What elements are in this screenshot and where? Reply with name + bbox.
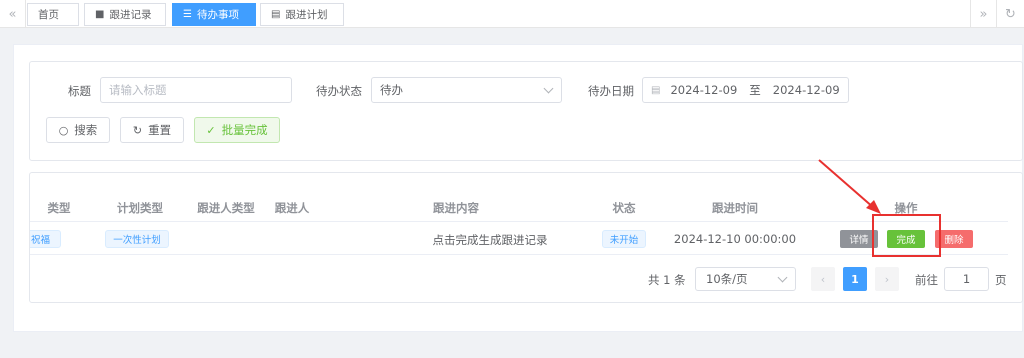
annotation-arrow <box>818 159 881 214</box>
calendar-icon: ▤ <box>651 84 661 96</box>
refresh-icon[interactable]: ↻ <box>996 0 1024 28</box>
tab-home[interactable]: 首页 <box>27 3 79 26</box>
reset-button[interactable]: ↻ 重置 <box>120 117 184 143</box>
goto-page-input[interactable]: 1 <box>944 267 989 291</box>
tab-label: 待办事项 <box>196 9 239 21</box>
next-page-button[interactable]: › <box>875 267 899 291</box>
page-size-value: 10条/页 <box>706 272 748 286</box>
title-label: 标题 <box>68 84 91 98</box>
content-cell: 点击完成生成跟进记录 <box>432 233 548 247</box>
col-header-status: 状态 <box>612 201 636 215</box>
page-unit-label: 页 <box>995 273 1007 287</box>
check-icon: ✓ <box>206 123 216 137</box>
briefcase-icon: ■ <box>95 9 105 20</box>
tab-label: 跟进记录 <box>109 9 152 21</box>
goto-page-value: 1 <box>962 272 971 286</box>
time-cell: 2024-12-10 00:00:00 <box>673 232 797 246</box>
tab-todo[interactable]: ☰ 待办事项 <box>172 3 256 26</box>
tab-follow-plan[interactable]: ▤ 跟进计划 <box>260 3 344 26</box>
row-divider <box>30 254 1008 255</box>
detail-button-label: 详情 <box>849 235 869 246</box>
tab-label: 跟进计划 <box>285 9 328 21</box>
chevron-down-icon <box>543 83 554 94</box>
col-header-time: 跟进时间 <box>712 201 758 215</box>
annotation-highlight-box <box>872 214 941 257</box>
header-divider <box>30 221 1008 222</box>
plan-type-tag: 一次性计划 <box>105 230 169 248</box>
plan-type-tag-label: 一次性计划 <box>113 235 161 246</box>
status-value: 待办 <box>380 83 403 97</box>
goto-label: 前往 <box>915 273 938 287</box>
date-end: 2024-12-09 <box>772 83 840 97</box>
title-placeholder: 请输入标题 <box>109 83 167 97</box>
search-icon: ○ <box>58 123 69 137</box>
page-number-label: 1 <box>851 272 859 286</box>
tab-label: 首页 <box>38 9 59 21</box>
search-button-label: 搜索 <box>74 123 98 137</box>
status-badge-label: 未开始 <box>609 235 639 246</box>
status-badge: 未开始 <box>602 230 646 248</box>
page-number-button[interactable]: 1 <box>843 267 867 291</box>
title-input[interactable]: 请输入标题 <box>100 77 292 103</box>
list-icon: ☰ <box>183 9 192 20</box>
calendar-icon: ▤ <box>271 9 281 20</box>
col-header-content: 跟进内容 <box>433 201 479 215</box>
scroll-left-icon[interactable]: « <box>0 0 26 28</box>
pagination-total: 共 1 条 <box>648 273 686 287</box>
batch-complete-label: 批量完成 <box>221 123 268 137</box>
col-header-follower-type: 跟进人类型 <box>197 201 255 215</box>
col-header-type: 类型 <box>47 201 71 215</box>
delete-button-label: 删除 <box>944 235 964 246</box>
tab-follow-records[interactable]: ■ 跟进记录 <box>84 3 166 26</box>
refresh-icon: ↻ <box>132 123 143 137</box>
search-button[interactable]: ○ 搜索 <box>46 117 110 143</box>
batch-complete-button[interactable]: ✓ 批量完成 <box>194 117 280 143</box>
search-card <box>29 61 1023 161</box>
tab-bar: « 首页 ■ 跟进记录 ☰ 待办事项 ▤ 跟进计划 » ↻ <box>0 0 1024 28</box>
date-range-picker[interactable]: ▤ 2024-12-09 至 2024-12-09 <box>642 77 849 103</box>
col-header-follower: 跟进人 <box>274 201 310 215</box>
date-label: 待办日期 <box>588 84 634 98</box>
prev-page-button[interactable]: ‹ <box>811 267 835 291</box>
date-separator: 至 <box>749 83 761 97</box>
status-select[interactable]: 待办 <box>371 77 562 103</box>
type-tag: 祝福 <box>30 230 61 248</box>
col-header-plan-type: 计划类型 <box>117 201 163 215</box>
scroll-right-icon[interactable]: » <box>970 0 996 28</box>
type-tag-label: 祝福 <box>30 235 50 246</box>
date-start: 2024-12-09 <box>670 83 738 97</box>
status-label: 待办状态 <box>316 84 362 98</box>
page-size-select[interactable]: 10条/页 <box>695 267 796 291</box>
reset-button-label: 重置 <box>148 123 172 137</box>
chevron-down-icon <box>777 272 788 283</box>
